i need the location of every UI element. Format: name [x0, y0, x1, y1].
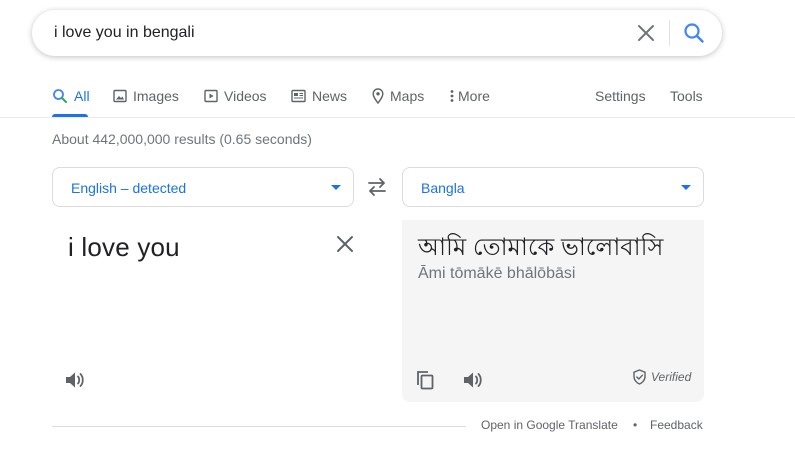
tab-label: Images: [133, 88, 179, 104]
footer-divider: [52, 426, 466, 427]
more-vert-icon: [450, 90, 454, 102]
search-input[interactable]: i love you in bengali: [54, 24, 195, 42]
news-icon: [291, 89, 306, 103]
search-bar-divider: [669, 20, 670, 46]
settings-label: Settings: [595, 88, 646, 104]
source-text-input[interactable]: i love you: [68, 232, 180, 263]
source-language-label: English – detected: [71, 180, 187, 196]
tab-videos[interactable]: Videos: [204, 86, 267, 106]
footer-separator: •: [633, 418, 638, 432]
target-language-select[interactable]: Bangla: [402, 167, 704, 207]
settings-link[interactable]: Settings: [595, 86, 646, 106]
copy-icon[interactable]: [414, 369, 436, 391]
result-stats: About 442,000,000 results (0.65 seconds): [52, 131, 312, 147]
tools-link[interactable]: Tools: [670, 86, 703, 106]
transliteration-text: Āmi tōmākē bhālōbāsi: [418, 265, 576, 282]
target-language-label: Bangla: [421, 180, 465, 196]
feedback-link[interactable]: Feedback: [650, 418, 703, 432]
verified-label: Verified: [651, 370, 692, 384]
tab-label: More: [458, 88, 490, 104]
tab-label: News: [312, 88, 348, 104]
header-divider: [0, 117, 795, 118]
search-bar[interactable]: i love you in bengali: [32, 10, 722, 56]
tab-news[interactable]: News: [291, 86, 347, 106]
dropdown-arrow-icon: [331, 185, 341, 190]
clear-search-icon[interactable]: [632, 19, 660, 47]
map-pin-icon: [372, 88, 384, 104]
verified-badge[interactable]: Verified: [632, 369, 691, 385]
search-icon[interactable]: [680, 19, 708, 47]
translated-text: আমি তোমাকে ভালোবাসি: [418, 234, 664, 261]
tab-all[interactable]: All: [52, 86, 90, 106]
listen-translation-icon[interactable]: [461, 368, 485, 392]
listen-source-icon[interactable]: [63, 368, 87, 392]
dropdown-arrow-icon: [681, 185, 691, 190]
image-icon: [113, 89, 127, 103]
tools-label: Tools: [670, 88, 703, 104]
tab-maps[interactable]: Maps: [372, 86, 424, 106]
search-icon: [53, 89, 67, 103]
source-language-select[interactable]: English – detected: [52, 167, 354, 207]
video-icon: [204, 89, 218, 103]
open-in-google-translate-link[interactable]: Open in Google Translate: [481, 418, 618, 432]
tab-label: All: [74, 88, 90, 104]
clear-source-icon[interactable]: [333, 232, 357, 256]
tab-images[interactable]: Images: [113, 86, 179, 106]
tab-label: Videos: [224, 88, 267, 104]
tab-label: Maps: [390, 88, 425, 104]
verified-shield-icon: [633, 369, 646, 385]
tab-more[interactable]: More: [450, 86, 490, 106]
swap-languages-icon[interactable]: [364, 176, 390, 198]
